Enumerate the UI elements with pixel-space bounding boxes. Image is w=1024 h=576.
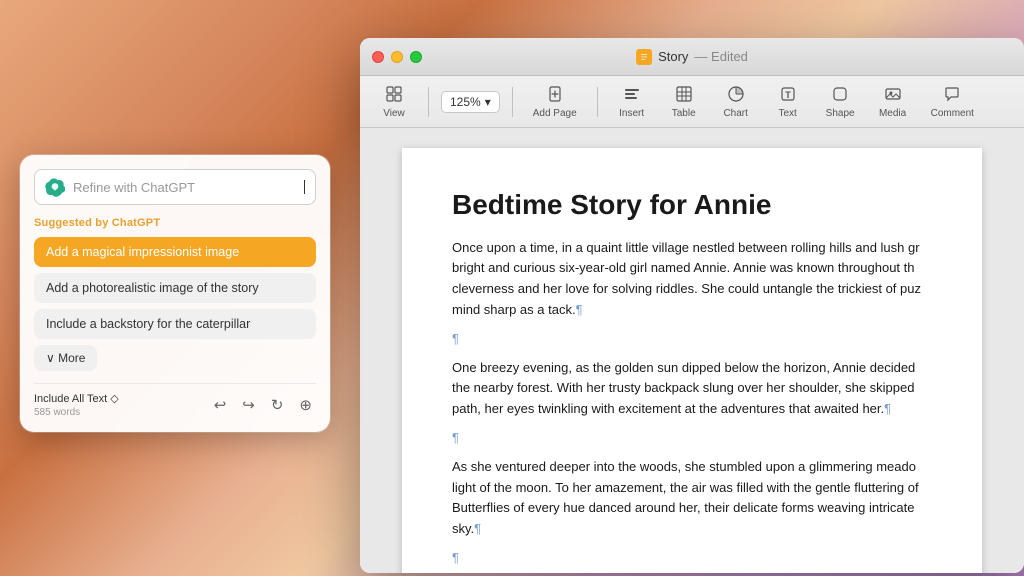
cursor: [304, 180, 305, 194]
pilcrow-4: ¶: [452, 430, 459, 445]
document-icon: [636, 49, 652, 65]
insert-label: Insert: [619, 108, 644, 119]
document-title: Bedtime Story for Annie: [452, 188, 932, 222]
add-page-label: Add Page: [533, 108, 577, 119]
refresh-button[interactable]: ↻: [267, 394, 288, 416]
suggestion-2-button[interactable]: Add a photorealistic image of the story: [34, 273, 316, 303]
comment-icon: [943, 85, 961, 106]
insert-icon: [623, 85, 641, 106]
paragraph-break-2: ¶: [452, 428, 932, 449]
footer-actions: ↩ ↪ ↻ ⊕: [210, 394, 316, 416]
suggestion-1-button[interactable]: Add a magical impressionist image: [34, 237, 316, 267]
traffic-lights: [372, 51, 422, 63]
toolbar-insert[interactable]: Insert: [610, 81, 654, 123]
word-count: 585 words: [34, 407, 119, 418]
toolbar-shape[interactable]: Shape: [818, 81, 863, 123]
paragraph-break-3: ¶: [452, 548, 932, 569]
window-title: Story — Edited: [636, 49, 748, 65]
text-label: Text: [779, 108, 797, 119]
table-label: Table: [672, 108, 696, 119]
toolbar: View 125% ▾ Add Page: [360, 76, 1024, 128]
toolbar-table[interactable]: Table: [662, 81, 706, 123]
shape-label: Shape: [826, 108, 855, 119]
suggestion-3-button[interactable]: Include a backstory for the caterpillar: [34, 309, 316, 339]
paragraph-2: One breezy evening, as the golden sun di…: [452, 358, 932, 420]
pilcrow-2: ¶: [452, 331, 459, 346]
shape-icon: [831, 85, 849, 106]
table-icon: [675, 85, 693, 106]
pilcrow-6: ¶: [452, 550, 459, 565]
undo-button[interactable]: ↩: [210, 394, 231, 416]
zoom-chevron: ▾: [485, 95, 491, 109]
more-button[interactable]: ∨ More: [34, 345, 97, 371]
footer-left: Include All Text ◇ 585 words: [34, 392, 119, 418]
window-titlebar: Story — Edited: [360, 38, 1024, 76]
pilcrow-3: ¶: [884, 401, 891, 416]
view-label: View: [383, 108, 405, 119]
view-icon: [385, 85, 403, 106]
media-label: Media: [879, 108, 906, 119]
title-text: Story: [658, 49, 688, 64]
title-suffix: — Edited: [694, 49, 747, 64]
svg-text:T: T: [785, 90, 791, 100]
toolbar-divider-3: [597, 87, 598, 117]
text-icon: T: [779, 85, 797, 106]
maximize-button[interactable]: [410, 51, 422, 63]
panel-footer: Include All Text ◇ 585 words ↩ ↪ ↻ ⊕: [34, 383, 316, 418]
toolbar-media[interactable]: Media: [871, 81, 915, 123]
search-placeholder: Refine with ChatGPT: [73, 180, 295, 195]
zoom-value: 125%: [450, 95, 481, 109]
paragraph-1: Once upon a time, in a quaint little vil…: [452, 238, 932, 321]
pilcrow-1: ¶: [576, 302, 583, 317]
toolbar-chart[interactable]: Chart: [714, 81, 758, 123]
toolbar-divider-2: [512, 87, 513, 117]
add-button[interactable]: ⊕: [295, 394, 316, 416]
document-page: Bedtime Story for Annie Once upon a time…: [402, 148, 982, 573]
document-area: Bedtime Story for Annie Once upon a time…: [360, 128, 1024, 573]
toolbar-add-page[interactable]: Add Page: [525, 81, 585, 123]
pages-window: Story — Edited View 125% ▾: [360, 38, 1024, 573]
toolbar-comment[interactable]: Comment: [923, 81, 982, 123]
media-icon: [884, 85, 902, 106]
chatgpt-logo-icon: [45, 177, 65, 197]
chatgpt-panel: Refine with ChatGPT Suggested by ChatGPT…: [20, 155, 330, 432]
chart-icon: [727, 85, 745, 106]
comment-label: Comment: [931, 108, 974, 119]
chart-label: Chart: [723, 108, 747, 119]
search-bar[interactable]: Refine with ChatGPT: [34, 169, 316, 205]
suggested-label: Suggested by ChatGPT: [34, 217, 316, 229]
toolbar-text[interactable]: T Text: [766, 81, 810, 123]
toolbar-view[interactable]: View: [372, 81, 416, 123]
minimize-button[interactable]: [391, 51, 403, 63]
add-page-icon: [546, 85, 564, 106]
paragraph-break-1: ¶: [452, 329, 932, 350]
pilcrow-5: ¶: [474, 521, 481, 536]
toolbar-divider-1: [428, 87, 429, 117]
zoom-control[interactable]: 125% ▾: [441, 91, 500, 113]
redo-button[interactable]: ↪: [238, 394, 259, 416]
close-button[interactable]: [372, 51, 384, 63]
include-text[interactable]: Include All Text ◇: [34, 392, 119, 405]
paragraph-3: As she ventured deeper into the woods, s…: [452, 457, 932, 540]
